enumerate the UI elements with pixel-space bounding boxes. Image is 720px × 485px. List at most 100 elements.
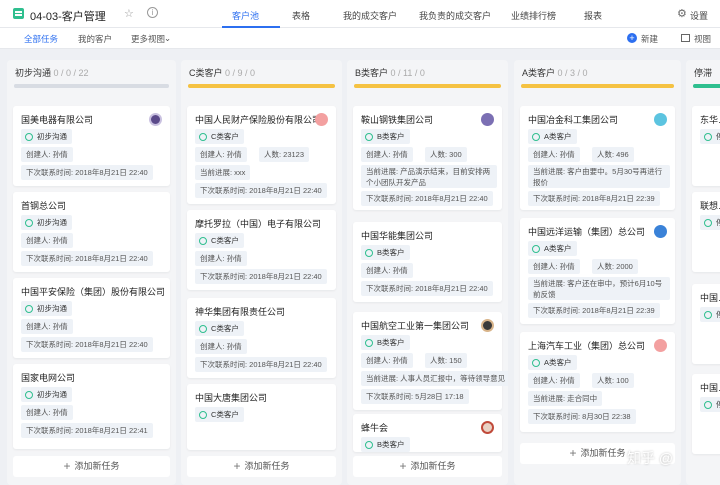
next-contact-field: 下次联系时间: 2018年8月21日 22:40	[361, 281, 493, 296]
tab-responsible-deals[interactable]: 我负责的成交客户	[419, 9, 491, 22]
view-more[interactable]: 更多视图	[131, 33, 165, 45]
column-stalled: 停滞 东华… 停滞 联想… 停滞 中国… 停滞 中国… 停滞	[686, 60, 720, 485]
info-icon[interactable]: i	[147, 7, 158, 18]
next-contact-field: 下次联系时间: 2018年8月21日 22:40	[195, 269, 327, 284]
task-card[interactable]: 国家电网公司 初步沟通 创建人: 孙倩 下次联系时间: 2018年8月21日 2…	[13, 364, 170, 449]
tab-table[interactable]: 表格	[292, 9, 310, 22]
status-badge: A类客户	[528, 129, 577, 144]
gear-icon[interactable]: ⚙	[677, 7, 687, 20]
status-badge: 停滞	[700, 307, 720, 322]
next-contact-field: 下次联系时间: 2018年8月21日 22:39	[528, 303, 660, 318]
column-progress	[354, 84, 501, 88]
people-field: 人数: 496	[592, 147, 634, 162]
plus-icon: +	[63, 459, 71, 473]
status-badge: B类客户	[361, 335, 410, 350]
card-title: 中国航空工业第一集团公司	[361, 321, 470, 331]
add-task-button[interactable]: + 添加新任务	[187, 456, 336, 477]
task-card[interactable]: 鞍山钢铁集团公司 B类客户 创建人: 孙倩 人数: 300 当前进展: 产品演示…	[353, 106, 502, 210]
avatar	[654, 339, 667, 352]
task-card[interactable]: 中国远洋运输（集团）总公司 A类客户 创建人: 孙倩 人数: 2000 当前进展…	[520, 218, 675, 324]
card-title: 中国人民财产保险股份有限公司	[195, 115, 322, 125]
tab-reports[interactable]: 报表	[584, 9, 602, 22]
status-badge: B类客户	[361, 245, 410, 260]
task-card[interactable]: 联想… 停滞	[692, 192, 720, 272]
creator-field: 创建人: 孙倩	[21, 233, 73, 248]
new-button[interactable]: 新建	[641, 33, 658, 45]
view-icon[interactable]	[681, 34, 690, 42]
tab-ranking[interactable]: 业绩排行榜	[511, 9, 556, 22]
view-my-customers[interactable]: 我的客户	[78, 33, 112, 45]
view-button[interactable]: 视图	[694, 33, 711, 45]
creator-field: 创建人: 孙倩	[195, 339, 247, 354]
task-card[interactable]: 上海汽车工业（集团）总公司 A类客户 创建人: 孙倩 人数: 100 当前进展:…	[520, 332, 675, 432]
task-card[interactable]: 中国人民财产保险股份有限公司 C类客户 创建人: 孙倩 人数: 23123 当前…	[187, 106, 336, 204]
task-card[interactable]: 中国… 停滞	[692, 284, 720, 364]
status-badge: 初步沟通	[21, 301, 72, 316]
chevron-down-icon[interactable]: ⌄	[98, 8, 106, 19]
next-contact-field: 下次联系时间: 2018年8月21日 22:39	[528, 191, 660, 206]
task-card[interactable]: 蜂牛会 B类客户	[353, 414, 502, 452]
card-title: 东华…	[700, 115, 720, 125]
plus-icon[interactable]: +	[627, 33, 637, 43]
task-card[interactable]: 摩托罗拉（中国）电子有限公司 C类客户 创建人: 孙倩 下次联系时间: 2018…	[187, 210, 336, 290]
people-field: 人数: 150	[425, 353, 467, 368]
task-card[interactable]: 国美电器有限公司 初步沟通 创建人: 孙倩 下次联系时间: 2018年8月21日…	[13, 106, 170, 186]
creator-field: 创建人: 孙倩	[21, 405, 73, 420]
card-title: 联想…	[700, 201, 720, 211]
task-card[interactable]: 中国平安保险（集团）股份有限公司 初步沟通 创建人: 孙倩 下次联系时间: 20…	[13, 278, 170, 358]
progress-field: 当前进展: 走合同中	[528, 391, 603, 406]
tab-customer-pool[interactable]: 客户池	[232, 9, 259, 22]
status-badge: C类客户	[195, 321, 244, 336]
creator-field: 创建人: 孙倩	[361, 263, 413, 278]
column-title: B类客户 0 / 11 / 0	[355, 68, 425, 78]
task-card[interactable]: 神华集团有限责任公司 C类客户 创建人: 孙倩 下次联系时间: 2018年8月2…	[187, 298, 336, 378]
people-field: 人数: 300	[425, 147, 467, 162]
chevron-down-icon[interactable]: ⌄	[164, 33, 171, 44]
card-title: 中国大唐集团公司	[195, 393, 268, 403]
status-badge: A类客户	[528, 241, 577, 256]
status-badge: 初步沟通	[21, 387, 72, 402]
task-card[interactable]: 中国大唐集团公司 C类客户	[187, 384, 336, 450]
task-card[interactable]: 中国… 停滞	[692, 374, 720, 454]
column-progress	[14, 84, 169, 88]
task-card[interactable]: 东华… 停滞	[692, 106, 720, 186]
column-title: 停滞	[694, 68, 713, 78]
add-task-button[interactable]: + 添加新任务	[13, 456, 170, 477]
task-card[interactable]: 中国华能集团公司 B类客户 创建人: 孙倩 下次联系时间: 2018年8月21日…	[353, 222, 502, 302]
card-title: 中国…	[700, 293, 720, 303]
column-title: A类客户 0 / 3 / 0	[522, 68, 588, 78]
creator-field: 创建人: 孙倩	[528, 373, 580, 388]
next-contact-field: 下次联系时间: 2018年8月21日 22:40	[21, 337, 153, 352]
star-icon[interactable]: ☆	[124, 7, 134, 20]
column-class-a: A类客户 0 / 3 / 0 中国冶金科工集团公司 A类客户 创建人: 孙倩 人…	[514, 60, 681, 485]
card-title: 神华集团有限责任公司	[195, 307, 286, 317]
card-title: 中国平安保险（集团）股份有限公司	[21, 287, 166, 297]
status-badge: C类客户	[195, 129, 244, 144]
status-badge: B类客户	[361, 129, 410, 144]
card-title: 上海汽车工业（集团）总公司	[528, 341, 646, 351]
task-card[interactable]: 中国冶金科工集团公司 A类客户 创建人: 孙倩 人数: 496 当前进展: 客户…	[520, 106, 675, 210]
next-contact-field: 下次联系时间: 2018年8月21日 22:40	[361, 191, 493, 206]
task-card[interactable]: 首钢总公司 初步沟通 创建人: 孙倩 下次联系时间: 2018年8月21日 22…	[13, 192, 170, 272]
card-title: 鞍山钢铁集团公司	[361, 115, 434, 125]
card-title: 首钢总公司	[21, 201, 67, 211]
creator-field: 创建人: 孙倩	[21, 147, 73, 162]
task-card[interactable]: 中国航空工业第一集团公司 B类客户 创建人: 孙倩 人数: 150 当前进展: …	[353, 312, 508, 410]
status-badge: B类客户	[361, 437, 410, 452]
tab-my-deals[interactable]: 我的成交客户	[343, 9, 397, 22]
progress-field: 当前进展: xxx	[195, 165, 251, 180]
view-bar: 全部任务 我的客户 更多视图 ⌄ + 新建 视图	[0, 28, 720, 49]
view-all-tasks[interactable]: 全部任务	[24, 33, 58, 45]
status-badge: 初步沟通	[21, 129, 72, 144]
settings-button[interactable]: 设置	[690, 9, 708, 22]
plus-icon: +	[569, 446, 577, 460]
add-task-button[interactable]: + 添加新任务	[353, 456, 502, 477]
card-title: 摩托罗拉（中国）电子有限公司	[195, 219, 322, 229]
app-icon	[13, 8, 24, 19]
card-title: 国家电网公司	[21, 373, 76, 383]
column-initial-contact: 初步沟通 0 / 0 / 22 国美电器有限公司 初步沟通 创建人: 孙倩 下次…	[7, 60, 176, 485]
next-contact-field: 下次联系时间: 2018年8月21日 22:40	[21, 251, 153, 266]
people-field: 人数: 100	[592, 373, 634, 388]
app-title[interactable]: 04-03-客户管理	[30, 8, 106, 24]
card-title: 中国华能集团公司	[361, 231, 434, 241]
